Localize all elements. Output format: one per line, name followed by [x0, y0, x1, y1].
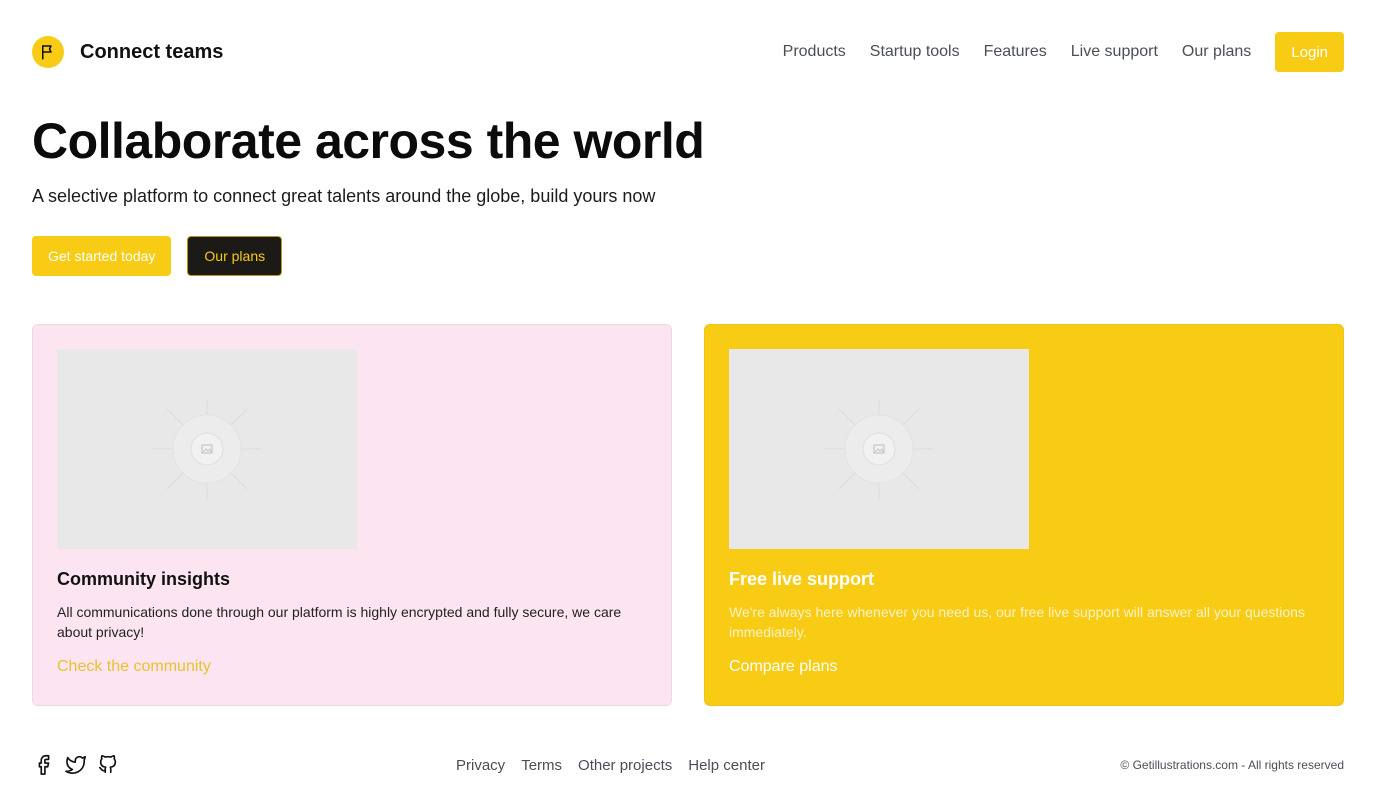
- github-icon[interactable]: [96, 752, 120, 776]
- card-text: We're always here whenever you need us, …: [729, 604, 1305, 640]
- nav-item-startup-tools[interactable]: Startup tools: [870, 43, 960, 61]
- site-footer: Privacy Terms Other projects Help center…: [32, 752, 1344, 780]
- hero-title: Collaborate across the world: [32, 113, 705, 169]
- footer-link-other-projects[interactable]: Other projects: [578, 757, 672, 774]
- footer-link-privacy[interactable]: Privacy: [456, 757, 505, 774]
- card-community-insights: Community insights All communications do…: [32, 324, 672, 706]
- copyright-text: © Getillustrations.com - All rights rese…: [1120, 758, 1344, 772]
- nav-item-features[interactable]: Features: [984, 43, 1047, 61]
- social-links: [32, 752, 128, 776]
- check-community-link[interactable]: Check the community: [57, 658, 211, 676]
- image-placeholder-icon: [57, 349, 357, 549]
- card-text: All communications done through our plat…: [57, 604, 622, 640]
- site-header: Connect teams Products Startup tools Fea…: [32, 32, 1344, 72]
- hero-subtitle: A selective platform to connect great ta…: [32, 186, 656, 206]
- nav-item-our-plans[interactable]: Our plans: [1182, 43, 1251, 61]
- card-free-live-support: Free live support We're always here when…: [704, 324, 1344, 706]
- compare-plans-link[interactable]: Compare plans: [729, 658, 838, 676]
- flag-icon: [32, 36, 64, 68]
- facebook-icon[interactable]: [32, 752, 56, 776]
- login-button[interactable]: Login: [1275, 32, 1344, 72]
- nav-item-live-support[interactable]: Live support: [1071, 43, 1158, 61]
- footer-links: Privacy Terms Other projects Help center: [456, 757, 781, 774]
- twitter-icon[interactable]: [64, 752, 88, 776]
- our-plans-button[interactable]: Our plans: [187, 236, 283, 276]
- card-title: Free live support: [729, 569, 875, 589]
- hero-cta-row: Get started today Our plans: [32, 236, 283, 276]
- nav-item-products[interactable]: Products: [783, 43, 846, 61]
- image-placeholder-icon: [729, 349, 1029, 549]
- footer-link-help-center[interactable]: Help center: [688, 757, 765, 774]
- main-nav: Products Startup tools Features Live sup…: [783, 32, 1344, 72]
- brand[interactable]: Connect teams: [32, 36, 223, 68]
- get-started-button[interactable]: Get started today: [32, 236, 172, 276]
- footer-link-terms[interactable]: Terms: [521, 757, 562, 774]
- brand-name: Connect teams: [80, 40, 224, 63]
- card-title: Community insights: [57, 569, 231, 589]
